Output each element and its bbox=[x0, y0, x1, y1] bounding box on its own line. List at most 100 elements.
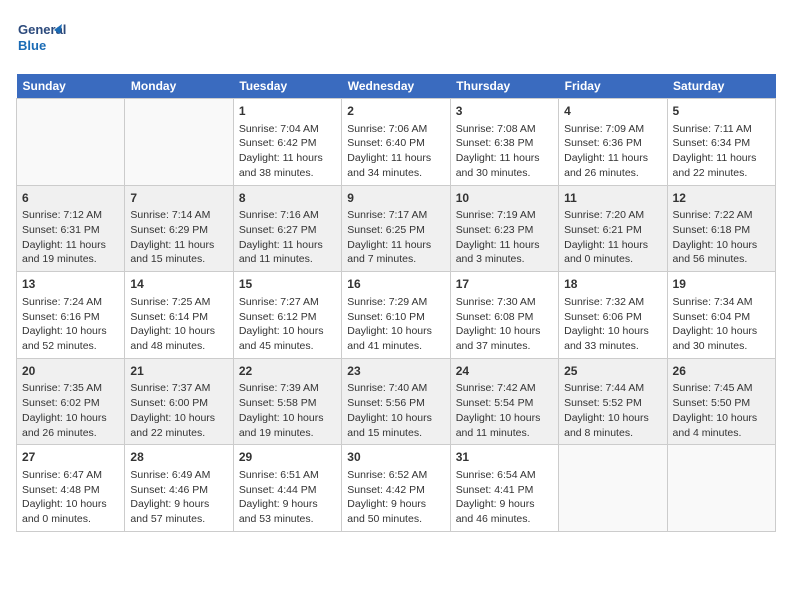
page-header: General Blue bbox=[16, 16, 776, 66]
day-info: Sunset: 4:41 PM bbox=[456, 483, 553, 498]
calendar-cell: 22Sunrise: 7:39 AMSunset: 5:58 PMDayligh… bbox=[233, 358, 341, 445]
day-info: and 7 minutes. bbox=[347, 252, 444, 267]
day-info: Sunrise: 7:11 AM bbox=[673, 122, 770, 137]
day-info: Daylight: 11 hours bbox=[673, 151, 770, 166]
day-info: Sunset: 6:23 PM bbox=[456, 223, 553, 238]
day-info: Sunset: 6:12 PM bbox=[239, 310, 336, 325]
day-number: 29 bbox=[239, 449, 336, 466]
day-info: Sunrise: 7:06 AM bbox=[347, 122, 444, 137]
calendar-cell: 27Sunrise: 6:47 AMSunset: 4:48 PMDayligh… bbox=[17, 445, 125, 532]
day-number: 25 bbox=[564, 363, 661, 380]
day-number: 20 bbox=[22, 363, 119, 380]
day-info: Sunset: 6:04 PM bbox=[673, 310, 770, 325]
calendar-cell: 25Sunrise: 7:44 AMSunset: 5:52 PMDayligh… bbox=[559, 358, 667, 445]
day-info: Daylight: 11 hours bbox=[347, 151, 444, 166]
calendar-cell: 29Sunrise: 6:51 AMSunset: 4:44 PMDayligh… bbox=[233, 445, 341, 532]
weekday-header: Wednesday bbox=[342, 74, 450, 99]
weekday-header: Sunday bbox=[17, 74, 125, 99]
day-info: Sunset: 5:56 PM bbox=[347, 396, 444, 411]
day-info: Sunset: 6:34 PM bbox=[673, 136, 770, 151]
calendar-cell bbox=[667, 445, 775, 532]
calendar-cell: 30Sunrise: 6:52 AMSunset: 4:42 PMDayligh… bbox=[342, 445, 450, 532]
day-info: and 3 minutes. bbox=[456, 252, 553, 267]
day-info: Sunset: 6:38 PM bbox=[456, 136, 553, 151]
day-number: 9 bbox=[347, 190, 444, 207]
day-info: Daylight: 10 hours bbox=[673, 324, 770, 339]
day-info: Sunset: 5:50 PM bbox=[673, 396, 770, 411]
day-info: Daylight: 11 hours bbox=[456, 151, 553, 166]
day-info: Daylight: 11 hours bbox=[239, 151, 336, 166]
calendar-cell: 6Sunrise: 7:12 AMSunset: 6:31 PMDaylight… bbox=[17, 185, 125, 272]
day-info: Sunset: 4:46 PM bbox=[130, 483, 227, 498]
calendar-cell: 1Sunrise: 7:04 AMSunset: 6:42 PMDaylight… bbox=[233, 99, 341, 186]
day-info: Sunset: 5:52 PM bbox=[564, 396, 661, 411]
day-info: Daylight: 11 hours bbox=[239, 238, 336, 253]
day-info: and 34 minutes. bbox=[347, 166, 444, 181]
day-info: and 15 minutes. bbox=[130, 252, 227, 267]
day-info: Sunrise: 7:08 AM bbox=[456, 122, 553, 137]
day-info: and 57 minutes. bbox=[130, 512, 227, 527]
calendar-cell: 7Sunrise: 7:14 AMSunset: 6:29 PMDaylight… bbox=[125, 185, 233, 272]
day-info: Daylight: 10 hours bbox=[347, 324, 444, 339]
day-number: 28 bbox=[130, 449, 227, 466]
day-info: Daylight: 10 hours bbox=[456, 324, 553, 339]
day-info: Daylight: 11 hours bbox=[564, 238, 661, 253]
day-info: Sunrise: 7:12 AM bbox=[22, 208, 119, 223]
calendar-cell: 24Sunrise: 7:42 AMSunset: 5:54 PMDayligh… bbox=[450, 358, 558, 445]
day-info: Sunset: 6:42 PM bbox=[239, 136, 336, 151]
day-info: and 48 minutes. bbox=[130, 339, 227, 354]
day-info: Daylight: 10 hours bbox=[22, 411, 119, 426]
day-info: Daylight: 9 hours bbox=[130, 497, 227, 512]
day-info: Sunrise: 7:45 AM bbox=[673, 381, 770, 396]
calendar-cell: 13Sunrise: 7:24 AMSunset: 6:16 PMDayligh… bbox=[17, 272, 125, 359]
day-info: Daylight: 10 hours bbox=[673, 238, 770, 253]
day-info: Sunset: 6:25 PM bbox=[347, 223, 444, 238]
day-number: 21 bbox=[130, 363, 227, 380]
day-info: and 22 minutes. bbox=[673, 166, 770, 181]
day-info: Daylight: 11 hours bbox=[347, 238, 444, 253]
calendar-week-row: 1Sunrise: 7:04 AMSunset: 6:42 PMDaylight… bbox=[17, 99, 776, 186]
day-info: and 45 minutes. bbox=[239, 339, 336, 354]
day-info: Sunset: 6:10 PM bbox=[347, 310, 444, 325]
day-number: 24 bbox=[456, 363, 553, 380]
calendar-cell: 26Sunrise: 7:45 AMSunset: 5:50 PMDayligh… bbox=[667, 358, 775, 445]
weekday-header: Tuesday bbox=[233, 74, 341, 99]
day-info: Sunrise: 7:17 AM bbox=[347, 208, 444, 223]
day-info: Sunset: 6:00 PM bbox=[130, 396, 227, 411]
day-info: Sunset: 5:58 PM bbox=[239, 396, 336, 411]
calendar-cell: 31Sunrise: 6:54 AMSunset: 4:41 PMDayligh… bbox=[450, 445, 558, 532]
day-info: Daylight: 10 hours bbox=[564, 324, 661, 339]
day-info: Sunset: 6:40 PM bbox=[347, 136, 444, 151]
weekday-header: Friday bbox=[559, 74, 667, 99]
day-number: 18 bbox=[564, 276, 661, 293]
calendar-cell: 4Sunrise: 7:09 AMSunset: 6:36 PMDaylight… bbox=[559, 99, 667, 186]
day-number: 23 bbox=[347, 363, 444, 380]
day-info: Sunset: 4:42 PM bbox=[347, 483, 444, 498]
calendar-cell: 23Sunrise: 7:40 AMSunset: 5:56 PMDayligh… bbox=[342, 358, 450, 445]
day-info: Sunset: 4:48 PM bbox=[22, 483, 119, 498]
day-info: and 41 minutes. bbox=[347, 339, 444, 354]
day-number: 1 bbox=[239, 103, 336, 120]
day-info: and 53 minutes. bbox=[239, 512, 336, 527]
calendar-cell bbox=[559, 445, 667, 532]
day-info: Sunset: 6:29 PM bbox=[130, 223, 227, 238]
day-number: 5 bbox=[673, 103, 770, 120]
day-info: and 8 minutes. bbox=[564, 426, 661, 441]
day-info: Daylight: 9 hours bbox=[456, 497, 553, 512]
calendar-cell: 2 Sunrise: 7:06 AMSunset: 6:40 PMDaylight… bbox=[342, 99, 450, 186]
day-info: Sunset: 6:36 PM bbox=[564, 136, 661, 151]
day-info: and 15 minutes. bbox=[347, 426, 444, 441]
calendar-week-row: 6Sunrise: 7:12 AMSunset: 6:31 PMDaylight… bbox=[17, 185, 776, 272]
day-number: 4 bbox=[564, 103, 661, 120]
logo: General Blue bbox=[16, 16, 66, 66]
logo-svg: General Blue bbox=[16, 16, 66, 66]
day-number: 7 bbox=[130, 190, 227, 207]
day-info: Sunrise: 7:39 AM bbox=[239, 381, 336, 396]
calendar-cell: 9Sunrise: 7:17 AMSunset: 6:25 PMDaylight… bbox=[342, 185, 450, 272]
calendar-cell bbox=[125, 99, 233, 186]
day-number: 2 bbox=[347, 103, 444, 120]
day-info: and 4 minutes. bbox=[673, 426, 770, 441]
day-info: Sunrise: 7:34 AM bbox=[673, 295, 770, 310]
day-number: 3 bbox=[456, 103, 553, 120]
calendar-cell: 3 Sunrise: 7:08 AMSunset: 6:38 PMDaylight… bbox=[450, 99, 558, 186]
